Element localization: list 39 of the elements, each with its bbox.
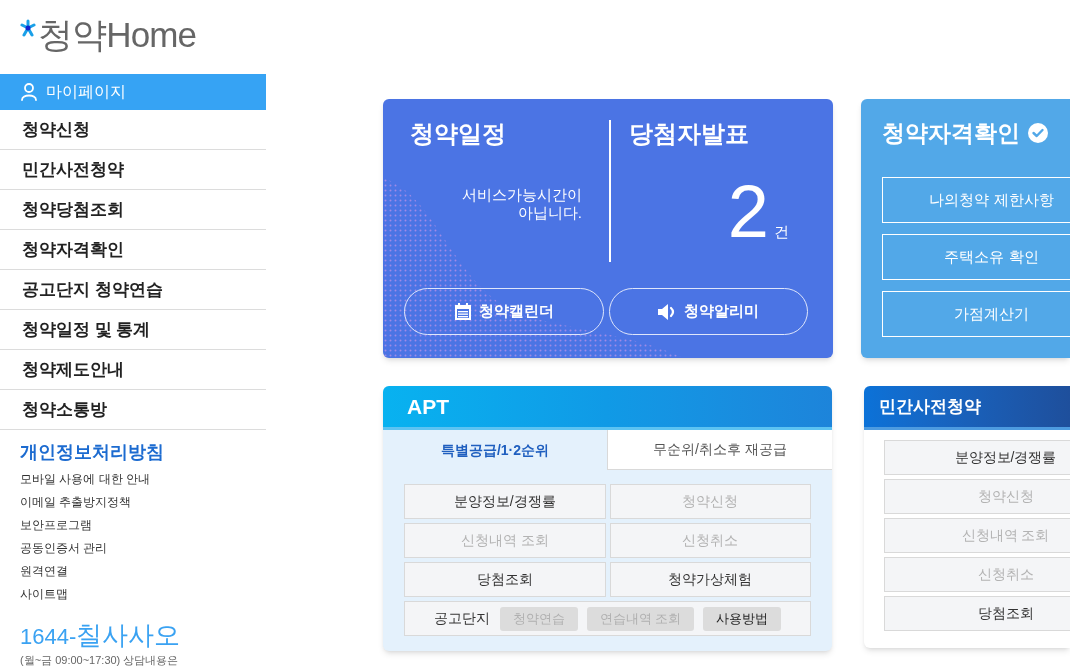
footer-link[interactable]: 모바일 사용에 대한 안내 [20,468,150,491]
sidebar-menu-item[interactable]: 민간사전청약 [0,150,266,190]
sidebar-menu-item[interactable]: 청약신청 [0,110,266,150]
footer-link[interactable]: 원격연결 [20,560,68,583]
tab[interactable]: 무순위/취소후 재공급 [607,430,832,470]
call-center-number: 1644-칠사사오 [20,620,181,652]
person-icon [21,83,37,101]
menu-button[interactable]: 분양정보/경쟁률 [884,440,1070,475]
sidebar-menu-item[interactable]: 청약당첨조회 [0,190,266,230]
practice-label: 공고단지 [433,609,490,628]
service-message: 서비스가능시간이 아닙니다. [462,186,582,222]
sidebar-menu-item[interactable]: 청약제도안내 [0,350,266,390]
sidebar-menu-item[interactable]: 공고단지 청약연습 [0,270,266,310]
apt-title: APT [407,393,449,420]
footer-link[interactable]: 보안프로그램 [20,514,92,537]
sidebar-menu-item[interactable]: 청약일정 및 통계 [0,310,266,350]
privacy-policy-link[interactable]: 개인정보처리방침 [20,440,164,464]
menu-button[interactable]: 당첨조회 [884,596,1070,631]
schedule-title: 청약일정 [410,120,506,148]
menu-button[interactable]: 당첨조회 [404,562,606,597]
presale-title: 민간사전청약 [879,395,981,418]
count-unit: 건 [774,223,789,241]
sidebar-menu-item[interactable]: 청약자격확인 [0,230,266,270]
speaker-icon [658,303,677,320]
menu-button[interactable]: 분양정보/경쟁률 [404,484,606,519]
footer-link[interactable]: 이메일 추출방지정책 [20,491,132,514]
practice-button[interactable]: 사용방법 [703,606,782,631]
sidebar-menu-item[interactable]: 청약소통방 [0,390,266,430]
calendar-icon [454,303,471,320]
star-logo-icon [20,19,36,37]
footer-link[interactable]: 공동인증서 관리 [20,537,108,560]
site-logo-text: 청약Home [38,15,197,55]
winner-count: 2 [727,176,769,248]
footer-link[interactable]: 사이트맵 [20,583,68,606]
menu-button[interactable]: 청약가상체험 [609,562,811,597]
eligibility-title: 청약자격확인 [882,119,1020,147]
hours-note: (월~금 09:00~17:30) 상담내용은 [20,654,179,667]
winners-title: 당첨자발표 [629,120,749,148]
check-circle-icon [1028,123,1048,143]
